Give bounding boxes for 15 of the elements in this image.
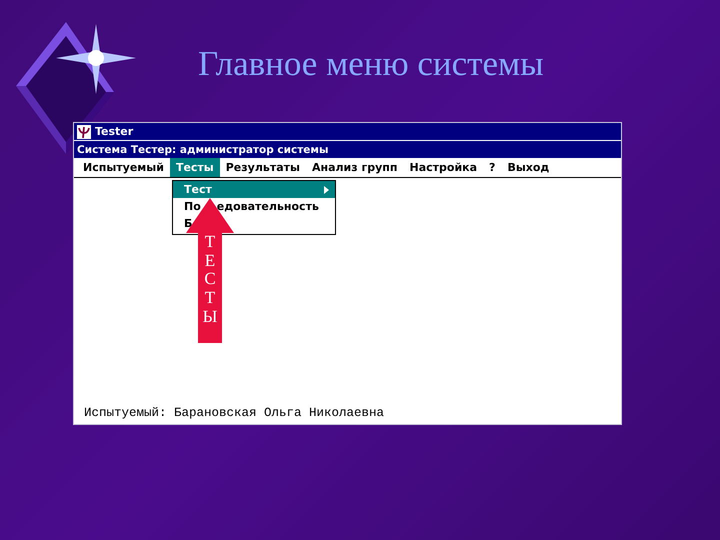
slide-title: Главное меню системы: [198, 44, 544, 84]
menu-item[interactable]: Выход: [501, 158, 556, 177]
menu-item[interactable]: Результаты: [220, 158, 306, 177]
menu-item[interactable]: Тесты: [170, 158, 220, 177]
menu-item[interactable]: Анализ групп: [306, 158, 404, 177]
menu-item[interactable]: Испытуемый: [77, 158, 170, 177]
dropdown-item[interactable]: Тест: [173, 181, 335, 198]
window-title: Tester: [95, 125, 134, 138]
status-text: Испытуемый: Барановская Ольга Николаевна: [83, 406, 386, 422]
dropdown-item[interactable]: По едовательность: [173, 198, 335, 215]
subtitle-bar: Система Тестер: администратор системы: [74, 141, 621, 158]
menu-item[interactable]: ?: [483, 158, 502, 177]
arrow-label: ТЕСТЫ: [202, 233, 218, 326]
menu-item[interactable]: Настройка: [403, 158, 484, 177]
dropdown-item[interactable]: Б: [173, 215, 335, 232]
